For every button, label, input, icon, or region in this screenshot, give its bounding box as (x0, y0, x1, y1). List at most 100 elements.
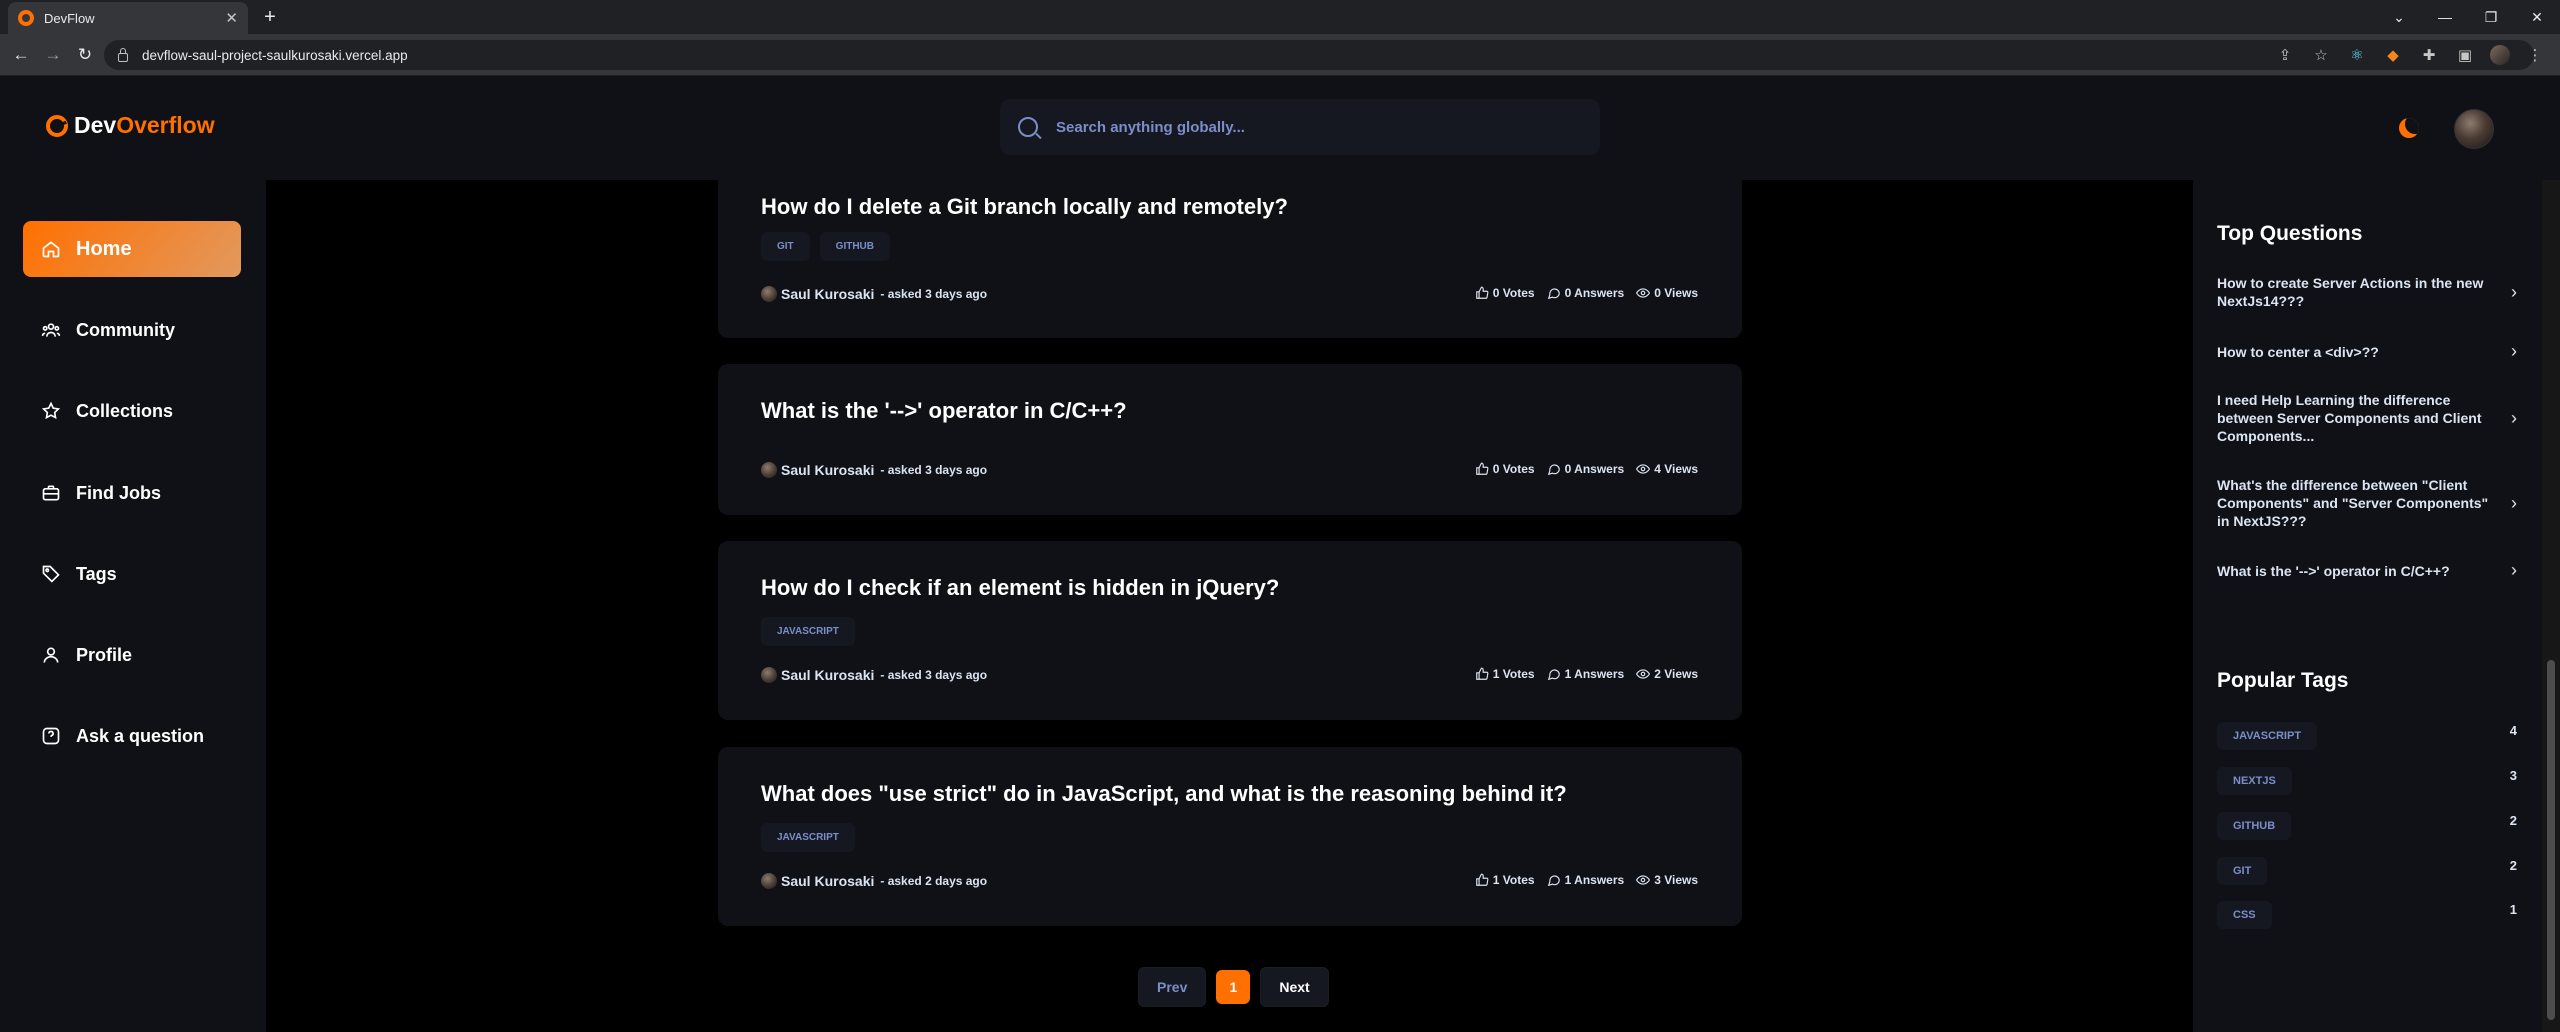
logo-icon (46, 114, 68, 137)
answers-count: 0 Answers (1564, 286, 1625, 300)
browser-menu-icon[interactable]: ⋮ (2524, 46, 2546, 64)
popular-tag-item[interactable]: CSS 1 (2217, 901, 2517, 929)
pagination: Prev 1 Next (1138, 967, 1329, 1007)
search-icon (1018, 117, 1038, 137)
question-title[interactable]: How do I check if an element is hidden i… (761, 575, 1279, 601)
current-page-number[interactable]: 1 (1216, 970, 1251, 1004)
sidebar-item-label: Profile (76, 644, 133, 665)
author-avatar (761, 667, 777, 683)
home-icon (40, 238, 62, 260)
top-question-text[interactable]: How to create Server Actions in the new … (2217, 274, 2497, 310)
popular-tag-item[interactable]: GITHUB 2 (2217, 812, 2517, 840)
minimize-button[interactable]: — (2422, 9, 2468, 25)
logo-text-dev: Dev (74, 112, 117, 138)
top-question-text[interactable]: What is the '-->' operator in C/C++? (2217, 562, 2497, 580)
question-author[interactable]: Saul Kurosaki - asked 3 days ago (761, 667, 987, 683)
prev-page-button[interactable]: Prev (1138, 967, 1207, 1007)
sidebar-item-collections[interactable]: Collections (23, 383, 241, 439)
top-question-item[interactable]: What is the '-->' operator in C/C++? › (2217, 560, 2517, 581)
new-tab-button[interactable]: + (258, 6, 282, 30)
question-tags: GIT GITHUB (761, 232, 891, 261)
question-icon (40, 725, 62, 747)
question-title[interactable]: What is the '-->' operator in C/C++? (761, 398, 1127, 424)
sidebar-item-label: Home (76, 237, 132, 260)
question-card[interactable]: How do I check if an element is hidden i… (718, 541, 1742, 720)
tag-count: 2 (2509, 812, 2517, 828)
tab-search-icon[interactable]: ⌄ (2376, 9, 2422, 26)
votes-stat: 0 Votes (1475, 286, 1535, 300)
reload-icon[interactable]: ↻ (72, 42, 98, 68)
lock-icon[interactable] (118, 47, 128, 62)
top-question-item[interactable]: I need Help Learning the difference betw… (2217, 391, 2517, 445)
question-card[interactable]: What is the '-->' operator in C/C++? Sau… (718, 364, 1742, 515)
top-question-item[interactable]: What's the difference between "Client Co… (2217, 476, 2517, 530)
moon-icon[interactable] (2399, 118, 2419, 138)
question-card[interactable]: How do I delete a Git branch locally and… (718, 166, 1742, 338)
sidebar-item-label: Tags (76, 563, 117, 584)
eye-icon (1636, 875, 1651, 885)
scrollbar-thumb[interactable] (2547, 660, 2555, 1020)
question-author[interactable]: Saul Kurosaki - asked 3 days ago (761, 286, 987, 302)
react-extension-icon[interactable]: ⚛ (2346, 46, 2368, 64)
address-bar[interactable]: devflow-saul-project-saulkurosaki.vercel… (104, 40, 2534, 70)
popular-tag-item[interactable]: NEXTJS 3 (2217, 767, 2517, 795)
close-tab-icon[interactable]: ✕ (225, 9, 238, 27)
tag-pill[interactable]: JAVASCRIPT (761, 823, 855, 852)
top-questions-heading: Top Questions (2217, 222, 2363, 245)
user-avatar[interactable] (2454, 109, 2494, 149)
tag-pill[interactable]: CSS (2217, 901, 2272, 929)
close-window-button[interactable]: ✕ (2514, 9, 2560, 26)
forward-icon[interactable]: → (40, 42, 66, 68)
tag-pill[interactable]: JAVASCRIPT (2217, 722, 2318, 750)
tag-pill[interactable]: JAVASCRIPT (761, 617, 855, 646)
sidebar-item-ask-question[interactable]: Ask a question (23, 708, 241, 764)
share-icon[interactable]: ⇪ (2274, 46, 2296, 64)
author-avatar (761, 286, 777, 302)
global-search[interactable] (1000, 99, 1600, 155)
top-question-text[interactable]: How to center a <div>?? (2217, 343, 2497, 361)
sidebar-item-community[interactable]: Community (23, 302, 241, 358)
tag-pill[interactable]: GIT (2217, 857, 2268, 885)
chevron-right-icon: › (2511, 281, 2517, 302)
popular-tag-item[interactable]: JAVASCRIPT 4 (2217, 722, 2517, 750)
sidebar-item-find-jobs[interactable]: Find Jobs (23, 465, 241, 521)
metamask-extension-icon[interactable]: ◆ (2382, 46, 2404, 64)
question-author[interactable]: Saul Kurosaki - asked 2 days ago (761, 873, 987, 889)
logo[interactable]: Dev Overflow (46, 112, 215, 139)
asked-time: - asked 2 days ago (880, 874, 988, 888)
question-title[interactable]: What does "use strict" do in JavaScript,… (761, 781, 1567, 807)
tag-pill[interactable]: GITHUB (2217, 812, 2292, 840)
bookmark-star-icon[interactable]: ☆ (2310, 46, 2332, 64)
star-icon (40, 400, 62, 422)
popular-tag-item[interactable]: GIT 2 (2217, 857, 2517, 885)
back-icon[interactable]: ← (8, 42, 34, 68)
chevron-right-icon: › (2511, 492, 2517, 513)
question-card[interactable]: What does "use strict" do in JavaScript,… (718, 747, 1742, 926)
next-page-button[interactable]: Next (1260, 967, 1329, 1007)
global-search-input[interactable] (1056, 118, 1576, 136)
top-question-text[interactable]: What's the difference between "Client Co… (2217, 476, 2497, 530)
answers-stat: 0 Answers (1547, 462, 1625, 476)
url-text[interactable]: devflow-saul-project-saulkurosaki.vercel… (142, 48, 408, 63)
restore-button[interactable]: ❐ (2468, 9, 2514, 26)
browser-tab[interactable]: DevFlow ✕ (8, 2, 248, 34)
question-author[interactable]: Saul Kurosaki - asked 3 days ago (761, 462, 987, 478)
tag-pill[interactable]: NEXTJS (2217, 767, 2292, 795)
browser-profile-avatar[interactable] (2490, 45, 2510, 65)
top-question-item[interactable]: How to create Server Actions in the new … (2217, 274, 2517, 310)
top-question-text[interactable]: I need Help Learning the difference betw… (2217, 391, 2497, 445)
tag-pill[interactable]: GIT (761, 232, 810, 261)
author-name: Saul Kurosaki (781, 873, 875, 889)
sidebar-item-profile[interactable]: Profile (23, 627, 241, 683)
sidebar-item-label: Ask a question (76, 725, 205, 746)
answers-count: 0 Answers (1564, 462, 1625, 476)
question-title[interactable]: How do I delete a Git branch locally and… (761, 194, 1288, 220)
views-stat: 4 Views (1636, 462, 1698, 476)
extensions-puzzle-icon[interactable]: ✚ (2418, 46, 2440, 64)
tag-pill[interactable]: GITHUB (819, 232, 891, 261)
sidebar-item-tags[interactable]: Tags (23, 546, 241, 602)
sidebar-item-home[interactable]: Home (23, 221, 241, 277)
side-panel-icon[interactable]: ▣ (2454, 46, 2476, 64)
tag-icon (40, 563, 62, 585)
top-question-item[interactable]: How to center a <div>?? › (2217, 341, 2517, 362)
